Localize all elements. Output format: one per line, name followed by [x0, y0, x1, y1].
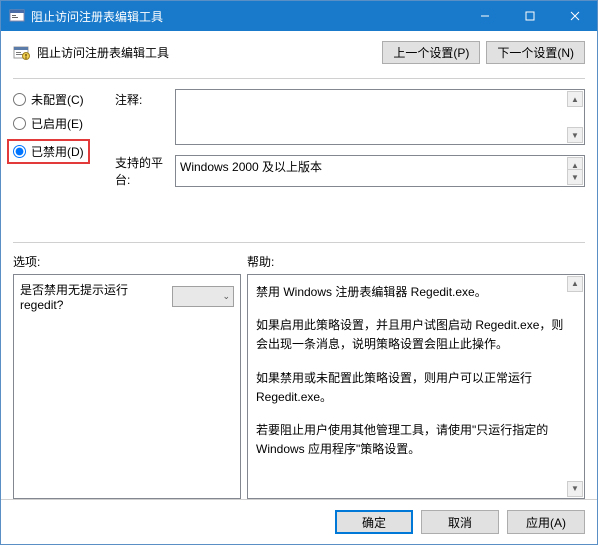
- radio-not-configured-label: 未配置(C): [31, 91, 84, 108]
- next-setting-button[interactable]: 下一个设置(N): [486, 41, 585, 64]
- platform-label: 支持的平台:: [115, 154, 175, 188]
- policy-item-icon: [13, 45, 31, 61]
- maximize-button[interactable]: [507, 1, 552, 31]
- divider: [13, 78, 585, 79]
- policy-icon: [9, 8, 25, 24]
- close-button[interactable]: [552, 1, 597, 31]
- scroll-down-icon[interactable]: ▼: [567, 127, 583, 143]
- comment-label: 注释:: [115, 91, 175, 108]
- chevron-down-icon: ⌄: [222, 291, 230, 302]
- previous-setting-button[interactable]: 上一个设置(P): [382, 41, 480, 64]
- option-dropdown[interactable]: ⌄: [172, 286, 234, 307]
- policy-name: 阻止访问注册表编辑工具: [37, 44, 376, 61]
- ok-button[interactable]: 确定: [335, 510, 413, 534]
- scroll-up-icon[interactable]: ▲: [567, 276, 583, 292]
- radio-enabled-input[interactable]: [13, 117, 26, 130]
- help-panel: 禁用 Windows 注册表编辑器 Regedit.exe。 如果启用此策略设置…: [247, 274, 585, 499]
- radio-enabled[interactable]: 已启用(E): [13, 115, 115, 132]
- scroll-down-icon[interactable]: ▼: [567, 169, 583, 185]
- options-panel: 是否禁用无提示运行 regedit? ⌄: [13, 274, 241, 499]
- platform-text: Windows 2000 及以上版本: [176, 156, 584, 177]
- scroll-up-icon[interactable]: ▲: [567, 91, 583, 107]
- radio-disabled-input[interactable]: [13, 145, 26, 158]
- highlight-box: 已禁用(D): [7, 139, 90, 164]
- comment-field[interactable]: ▲ ▼: [175, 89, 585, 145]
- titlebar: 阻止访问注册表编辑工具: [1, 1, 597, 31]
- help-paragraph: 如果启用此策略设置，并且用户试图启动 Regedit.exe，则会出现一条消息，…: [256, 316, 564, 354]
- cancel-button[interactable]: 取消: [421, 510, 499, 534]
- help-paragraph: 禁用 Windows 注册表编辑器 Regedit.exe。: [256, 283, 564, 302]
- option-disable-silent-regedit-label: 是否禁用无提示运行 regedit?: [20, 281, 172, 312]
- help-paragraph: 若要阻止用户使用其他管理工具，请使用"只运行指定的 Windows 应用程序"策…: [256, 421, 564, 459]
- radio-disabled[interactable]: 已禁用(D): [13, 143, 84, 160]
- platform-field: Windows 2000 及以上版本 ▲ ▼: [175, 155, 585, 187]
- options-label: 选项:: [13, 253, 247, 270]
- divider: [13, 242, 585, 243]
- minimize-button[interactable]: [462, 1, 507, 31]
- radio-not-configured[interactable]: 未配置(C): [13, 91, 115, 108]
- scroll-down-icon[interactable]: ▼: [567, 481, 583, 497]
- help-paragraph: 如果禁用或未配置此策略设置，则用户可以正常运行 Regedit.exe。: [256, 369, 564, 407]
- window-title: 阻止访问注册表编辑工具: [31, 8, 462, 25]
- radio-disabled-label: 已禁用(D): [31, 143, 84, 160]
- policy-editor-window: 阻止访问注册表编辑工具 阻止访问注册表编辑工具 上一个设置(P) 下一个设置(N…: [0, 0, 598, 545]
- radio-not-configured-input[interactable]: [13, 93, 26, 106]
- radio-enabled-label: 已启用(E): [31, 115, 83, 132]
- footer: 确定 取消 应用(A): [1, 499, 597, 544]
- help-label: 帮助:: [247, 253, 274, 270]
- apply-button[interactable]: 应用(A): [507, 510, 585, 534]
